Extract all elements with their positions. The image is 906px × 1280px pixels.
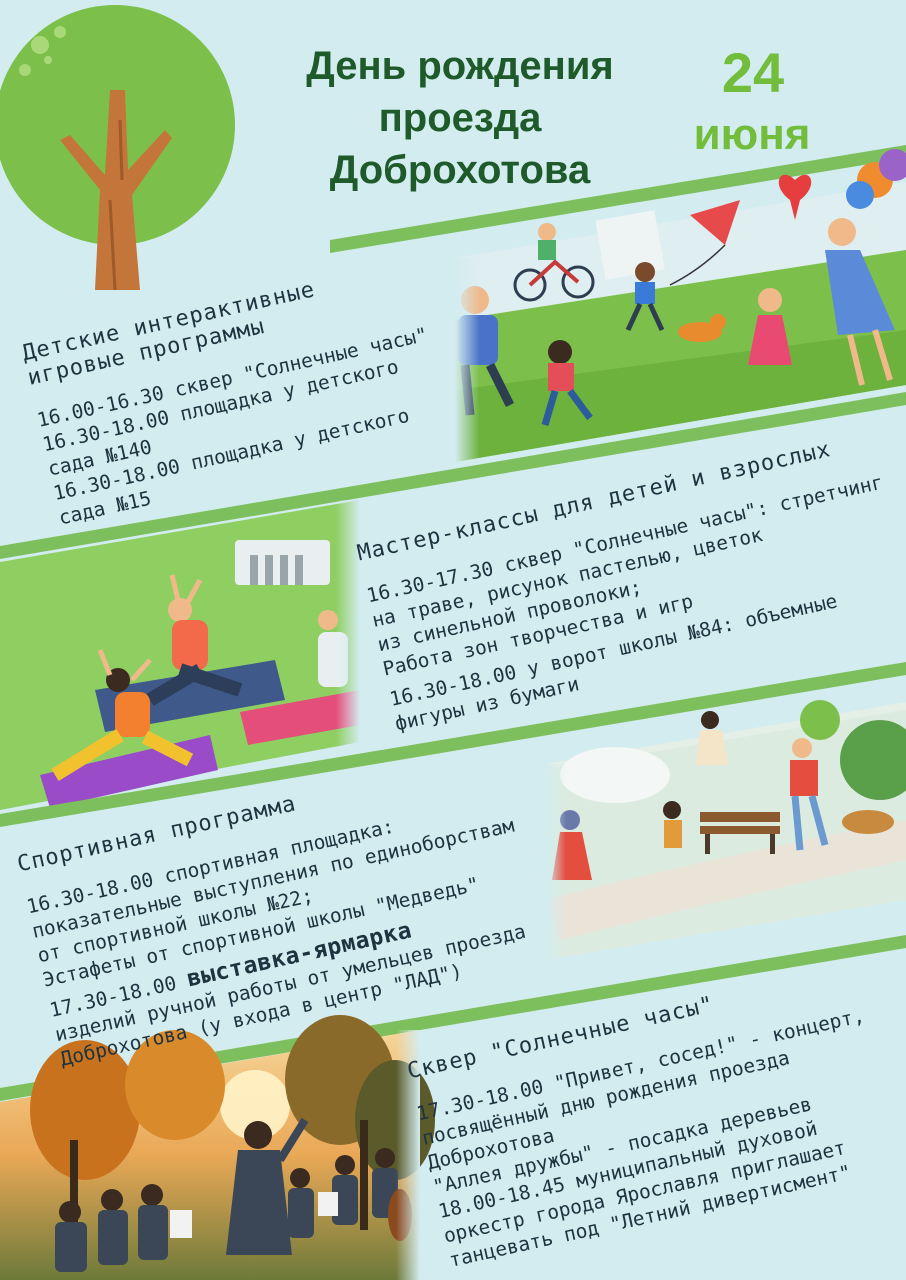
title-line-1: День рождения (306, 44, 614, 88)
tree-illustration (0, 5, 235, 291)
title-line-2: проезда (378, 96, 542, 140)
event-title: День рождения проезда Доброхотова (250, 40, 670, 196)
park-kids-illustration (455, 149, 906, 468)
title-line-3: Доброхотова (329, 148, 591, 192)
park-walk-illustration (545, 700, 906, 964)
date-month: июня (693, 110, 811, 159)
date-day: 24 (721, 41, 785, 104)
